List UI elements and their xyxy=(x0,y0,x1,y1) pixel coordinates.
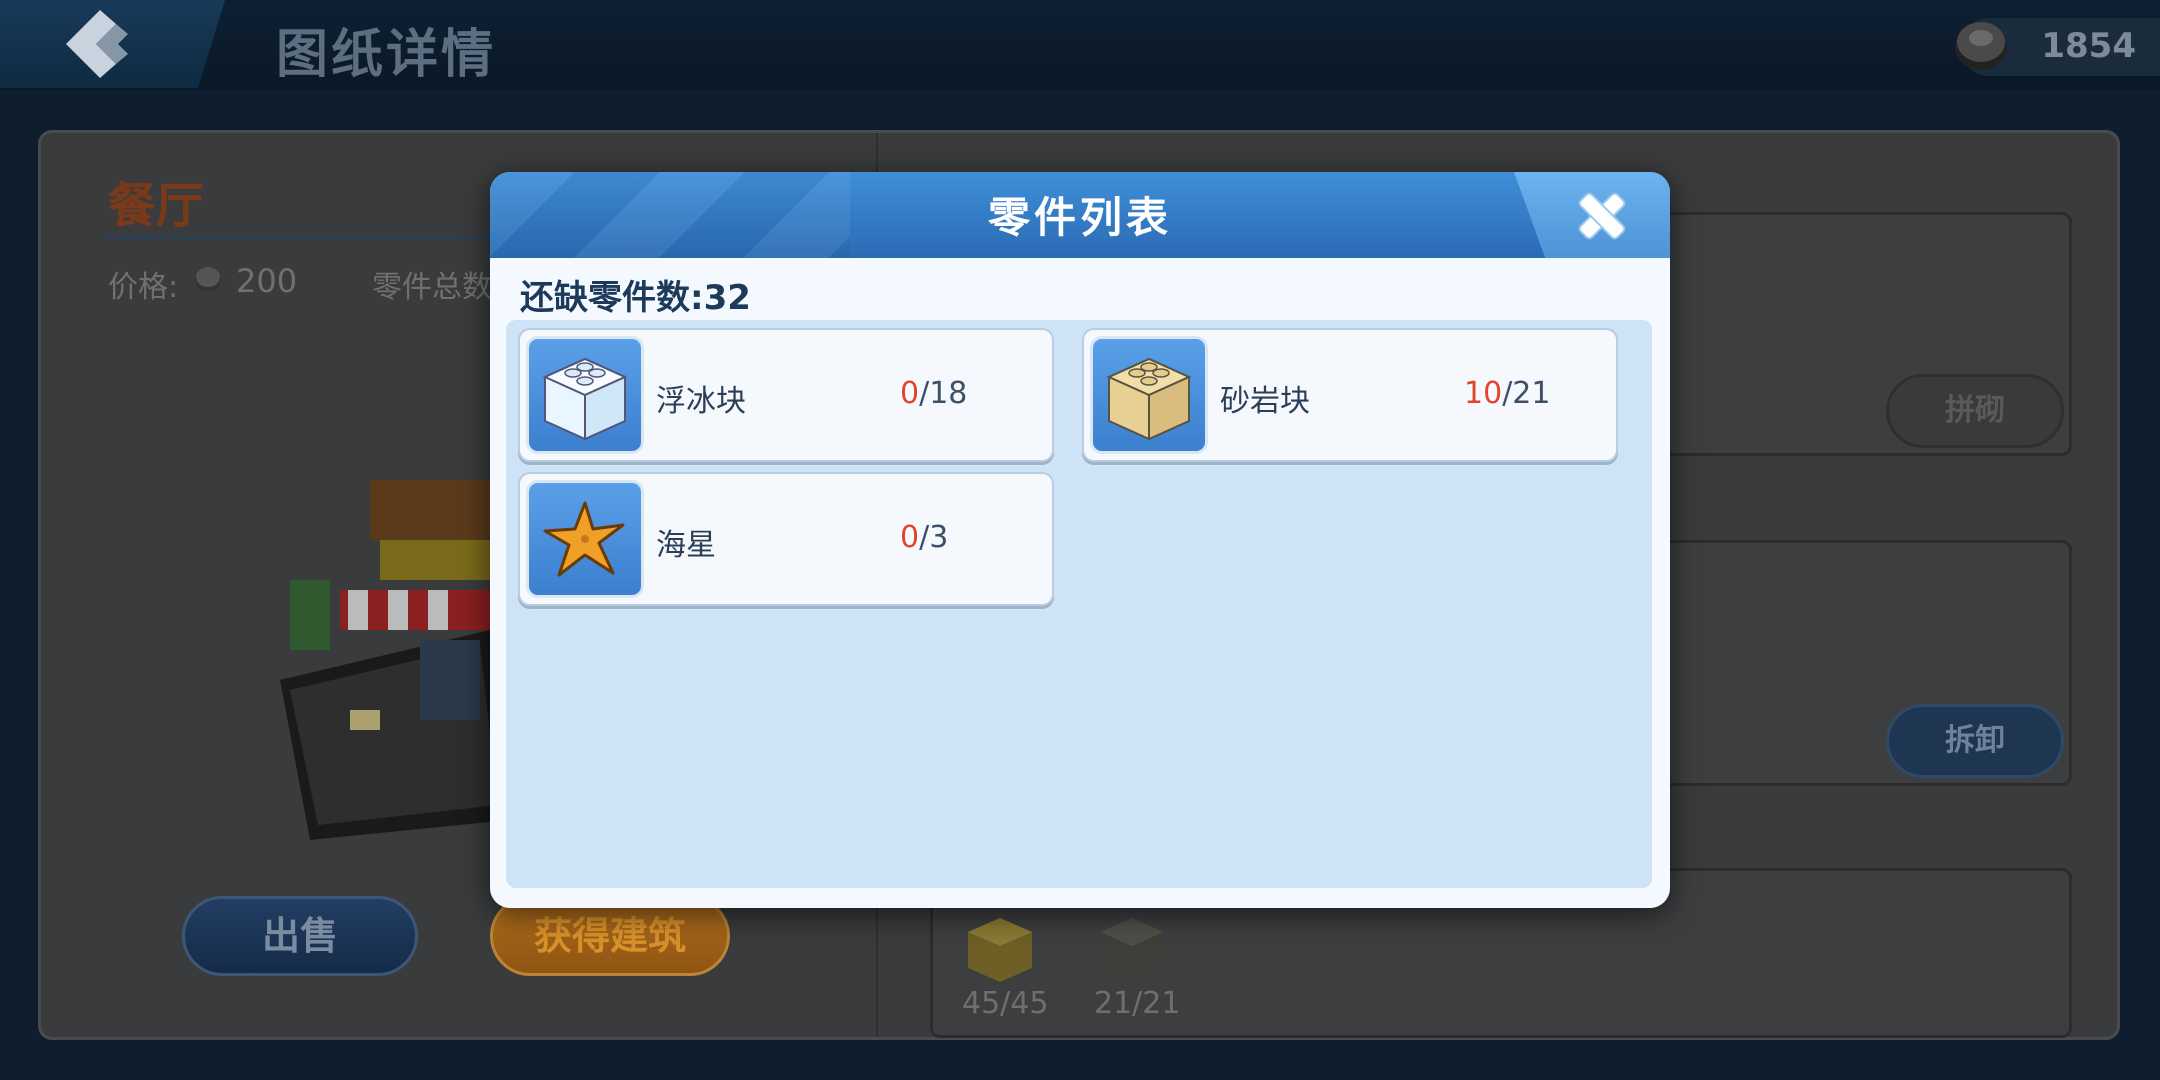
dialog-title: 零件列表 xyxy=(987,193,1172,242)
top-bar: 图纸详情 1854 xyxy=(0,0,2160,90)
part-count: 0/3 xyxy=(900,520,948,555)
yellow-block-icon xyxy=(968,918,1032,982)
missing-parts-label: 还缺零件数: xyxy=(520,278,704,318)
part-card-sandstone-block[interactable]: 砂岩块 10/21 xyxy=(1082,328,1618,462)
part-need-count: /3 xyxy=(919,520,949,555)
part-count: 10/21 xyxy=(1464,376,1550,411)
building-name: 餐厅 xyxy=(108,178,205,234)
close-icon xyxy=(1578,192,1626,240)
missing-parts-value: 32 xyxy=(703,278,751,318)
name-underline xyxy=(104,236,504,239)
dialog-header: 零件列表 xyxy=(490,172,1670,258)
sell-button[interactable]: 出售 xyxy=(182,896,418,976)
part-have-count: 10 xyxy=(1464,376,1503,411)
part-icon-frame xyxy=(526,480,644,598)
part-icon-frame xyxy=(1090,336,1208,454)
block-count: 45/45 xyxy=(962,986,1049,1021)
back-arrow-icon xyxy=(66,10,128,78)
part-icon-frame xyxy=(526,336,644,454)
part-name: 浮冰块 xyxy=(656,384,746,419)
coin-icon xyxy=(1955,22,2007,70)
part-card-starfish[interactable]: 海星 0/3 xyxy=(518,472,1054,606)
part-need-count: /21 xyxy=(1502,376,1551,411)
building-model-image xyxy=(280,480,510,840)
price-label: 价格: xyxy=(108,270,179,305)
missing-parts-count: 还缺零件数:32 xyxy=(520,270,751,319)
price-value: 200 xyxy=(236,262,298,300)
block-count: 21/21 xyxy=(1094,986,1181,1021)
part-have-count: 0 xyxy=(900,376,920,411)
sandstone-block-icon xyxy=(1106,357,1192,441)
parts-list: 浮冰块 0/18 砂岩块 10/21 海星 0/3 xyxy=(506,320,1652,888)
disassemble-button[interactable]: 拆卸 xyxy=(1886,704,2064,778)
obtain-building-button[interactable]: 获得建筑 xyxy=(490,896,730,976)
close-button[interactable] xyxy=(1514,172,1670,258)
dark-block-icon xyxy=(1100,918,1164,982)
part-name: 海星 xyxy=(656,528,716,563)
parts-list-dialog: 零件列表 还缺零件数:32 浮冰块 0/18 砂岩块 10/21 海星 0/3 xyxy=(490,172,1670,908)
currency-count: 1854 xyxy=(2041,26,2136,66)
part-card-ice-block[interactable]: 浮冰块 0/18 xyxy=(518,328,1054,462)
starfish-icon xyxy=(543,501,625,577)
page-title: 图纸详情 xyxy=(276,25,497,85)
part-need-count: /18 xyxy=(919,376,968,411)
back-button[interactable] xyxy=(56,6,136,82)
part-have-count: 0 xyxy=(900,520,920,555)
price-coin-icon xyxy=(195,267,221,291)
assemble-button[interactable]: 拼砌 xyxy=(1886,374,2064,448)
parts-total-label: 零件总数 xyxy=(372,270,492,305)
part-name: 砂岩块 xyxy=(1220,384,1310,419)
ice-block-icon xyxy=(542,357,628,441)
part-count: 0/18 xyxy=(900,376,967,411)
